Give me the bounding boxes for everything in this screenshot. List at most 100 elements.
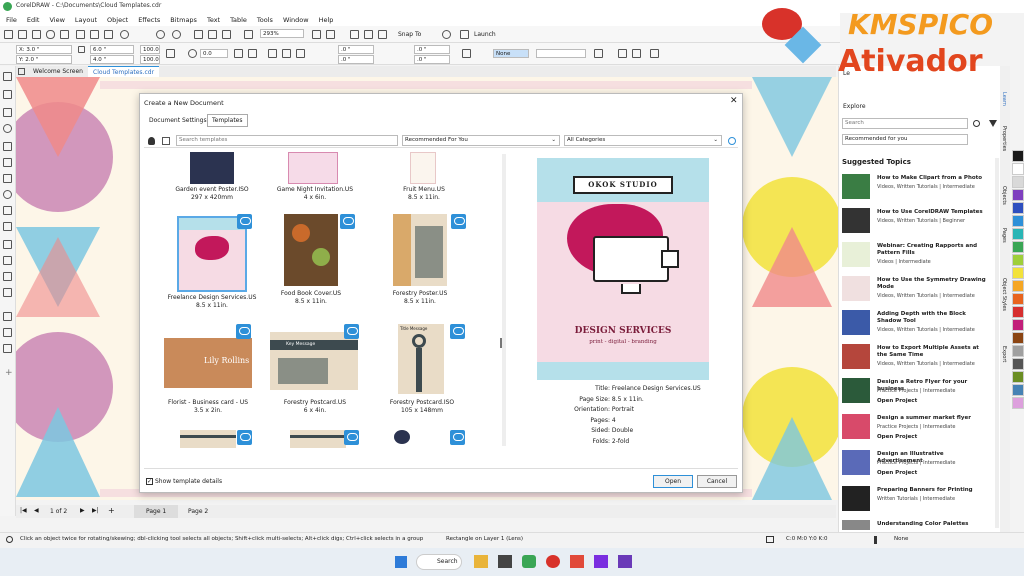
color-swatch[interactable] <box>1012 241 1024 253</box>
corner-radius-3[interactable]: .0 " <box>414 45 450 54</box>
text-tool-icon[interactable] <box>3 222 12 231</box>
color-swatch[interactable] <box>1012 267 1024 279</box>
color-swatch[interactable] <box>1012 293 1024 305</box>
color-swatch[interactable] <box>1012 176 1024 188</box>
pick-tool-icon[interactable] <box>3 72 12 81</box>
thumb-forestry-postcard-us[interactable]: Key Message <box>270 332 358 390</box>
color-swatch[interactable] <box>1012 319 1024 331</box>
thumb-garden-poster[interactable] <box>190 152 234 184</box>
thumb-game-night[interactable] <box>288 152 338 184</box>
full-screen-icon[interactable] <box>244 30 253 39</box>
interactive-fill-icon[interactable] <box>3 328 12 337</box>
menu-text[interactable]: Text <box>207 16 220 24</box>
menu-table[interactable]: Table <box>230 16 247 24</box>
page-tab-1[interactable]: Page 1 <box>134 505 179 518</box>
recommended-dropdown[interactable]: Recommended For You ⌄ <box>402 135 560 146</box>
outline-style-select[interactable] <box>536 49 586 58</box>
page-tab-2[interactable]: Page 2 <box>188 508 208 515</box>
thumb-forestry-poster[interactable] <box>393 214 447 286</box>
artistic-media-icon[interactable] <box>3 158 12 167</box>
lock-ratio-icon[interactable] <box>166 49 175 58</box>
settings-gear-icon[interactable] <box>442 30 451 39</box>
panel-search-input[interactable]: Search <box>842 118 968 129</box>
zoom-level-select[interactable]: 293% <box>260 29 304 38</box>
guidelines-icon[interactable] <box>378 30 387 39</box>
new-document-icon[interactable] <box>4 30 13 39</box>
topic-item[interactable]: Understanding Color Palettes <box>842 520 982 530</box>
template-search-input[interactable]: Search templates <box>176 135 398 146</box>
tab-welcome-screen[interactable]: Welcome Screen <box>28 66 88 77</box>
home-icon[interactable] <box>18 68 25 75</box>
add-tool-icon[interactable]: + <box>5 368 13 378</box>
snap-to-dropdown[interactable]: Snap To <box>398 31 421 38</box>
shape-tool-icon[interactable] <box>3 90 12 99</box>
cut-icon[interactable] <box>76 30 85 39</box>
panel-recommended-dropdown[interactable]: Recommended for you <box>842 134 968 145</box>
thumb-food-book[interactable] <box>284 214 338 286</box>
tab-learn[interactable]: Learn <box>1001 92 1007 106</box>
rectangle-tool-icon[interactable] <box>3 174 12 183</box>
scallop-corner-icon[interactable] <box>282 49 291 58</box>
thumb-fruit-menu[interactable] <box>410 152 436 184</box>
grid-scrollbar[interactable] <box>502 154 506 446</box>
open-project-link[interactable]: Open Project <box>877 470 987 477</box>
width-field[interactable]: 6.0 " <box>90 45 134 54</box>
zoom-to-width-icon[interactable] <box>326 30 335 39</box>
outline-pen-icon[interactable] <box>874 536 877 544</box>
topic-item[interactable]: Design an Illustrative Advertisement Prac… <box>842 450 982 481</box>
color-swatch[interactable] <box>1012 163 1024 175</box>
prev-page-button[interactable]: ◀ <box>34 507 39 514</box>
color-swatch[interactable] <box>1012 189 1024 201</box>
text-wrap-icon[interactable] <box>594 49 603 58</box>
topic-item[interactable]: Adding Depth with the Block Shadow Tool V… <box>842 310 982 341</box>
undo-icon[interactable] <box>156 30 165 39</box>
filter-tree-icon[interactable] <box>162 137 170 145</box>
color-swatch[interactable] <box>1012 332 1024 344</box>
dialog-close-icon[interactable]: ✕ <box>730 96 738 106</box>
thumb-partial[interactable] <box>394 430 410 444</box>
next-page-button[interactable]: ▶ <box>80 507 85 514</box>
drop-shadow-icon[interactable] <box>3 272 12 281</box>
open-project-link[interactable]: Open Project <box>877 398 987 405</box>
menu-help[interactable]: Help <box>319 16 334 24</box>
menu-window[interactable]: Window <box>283 16 309 24</box>
lightbulb-icon[interactable] <box>148 137 155 145</box>
panel-scrollbar[interactable] <box>995 158 999 528</box>
corner-radius-2[interactable]: .0 " <box>338 55 374 64</box>
coreldraw-icon[interactable] <box>522 555 536 568</box>
import-icon[interactable] <box>194 30 203 39</box>
cloud-icon[interactable] <box>46 30 55 39</box>
tab-templates[interactable]: Templates <box>207 114 248 127</box>
tab-cloud-templates[interactable]: Cloud Templates.cdr <box>88 66 160 77</box>
color-swatch[interactable] <box>1012 306 1024 318</box>
thumb-partial[interactable] <box>180 430 236 448</box>
corner-radius-1[interactable]: .0 " <box>338 45 374 54</box>
paste-icon[interactable] <box>104 30 113 39</box>
app-icon[interactable] <box>570 555 584 568</box>
menu-effects[interactable]: Effects <box>138 16 160 24</box>
color-swatch[interactable] <box>1012 358 1024 370</box>
color-eyedropper-icon[interactable] <box>3 312 12 321</box>
color-swatch[interactable] <box>1012 150 1024 162</box>
to-back-icon[interactable] <box>632 49 641 58</box>
relative-corner-icon[interactable] <box>462 49 471 58</box>
add-page-button[interactable]: + <box>108 506 115 515</box>
topic-item[interactable]: How to Use CorelDRAW Templates Videos, Wr… <box>842 208 983 239</box>
launch-icon[interactable] <box>460 30 469 39</box>
to-front-icon[interactable] <box>618 49 627 58</box>
thumb-partial[interactable] <box>290 430 346 448</box>
y-position-field[interactable]: Y: 2.0 " <box>16 55 72 64</box>
x-position-field[interactable]: X: 3.0 " <box>16 45 72 54</box>
export-icon[interactable] <box>208 30 217 39</box>
color-swatch[interactable] <box>1012 280 1024 292</box>
last-page-button[interactable]: ▶| <box>92 507 99 514</box>
redo-icon[interactable] <box>172 30 181 39</box>
crop-tool-icon[interactable] <box>3 108 12 117</box>
topic-item[interactable]: Design a summer market flyer Practice Pro… <box>842 414 982 445</box>
corner-radius-4[interactable]: .0 " <box>414 55 450 64</box>
rotation-field[interactable]: 0.0 <box>200 49 228 58</box>
polygon-tool-icon[interactable] <box>3 206 12 215</box>
ellipse-tool-icon[interactable] <box>3 190 12 199</box>
menu-tools[interactable]: Tools <box>257 16 273 24</box>
zoom-to-page-icon[interactable] <box>312 30 321 39</box>
